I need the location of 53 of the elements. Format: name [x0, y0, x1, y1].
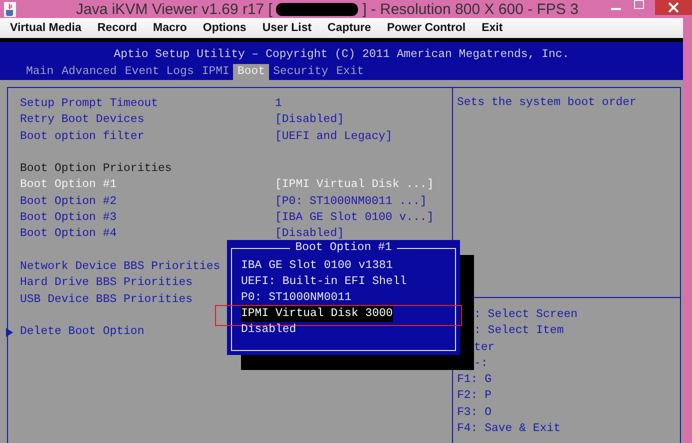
setting-label[interactable]: Delete Boot Option	[20, 324, 144, 340]
help-text: Sets the system boot order	[457, 96, 636, 109]
menu-item[interactable]: Macro	[146, 22, 194, 34]
tab[interactable]: Main	[22, 64, 58, 80]
menu-item[interactable]: Options	[196, 22, 254, 34]
java-icon	[4, 2, 16, 16]
key-hint: : Select Screen	[474, 307, 578, 323]
setting-value: [Disabled]	[275, 112, 344, 128]
boot-option[interactable]: UEFI: Built-in EFI Shell	[241, 274, 407, 290]
setting-label[interactable]: USB Device BBS Priorities	[20, 292, 193, 308]
tab[interactable]: Exit	[332, 64, 368, 80]
window-title: ] - Resolution 800 X 600 - FPS 3	[362, 0, 578, 18]
boot-option[interactable]: IBA GE Slot 0100 v1381	[241, 258, 393, 274]
menu-item[interactable]: Power Control	[380, 22, 473, 34]
menu-item[interactable]: Capture	[320, 22, 378, 34]
setting-label[interactable]: Network Device BBS Priorities	[20, 258, 220, 276]
setting-value: [P0: ST1000NM0011 ...]	[275, 194, 427, 210]
setting-label[interactable]: Boot Option #3	[20, 210, 117, 226]
bios-title: Aptio Setup Utility – Copyright (C) 2011 American Megatrends, Inc.	[114, 48, 570, 61]
setting-label[interactable]: Boot option filter	[20, 128, 144, 145]
key-hint: F4: Save & Exit	[457, 421, 561, 438]
boot-option[interactable]: IPMI Virtual Disk 3000	[241, 306, 393, 322]
setting-value: [Disabled]	[275, 226, 344, 242]
setting-label[interactable]: Setup Prompt Timeout	[20, 96, 158, 112]
maximize-icon[interactable]	[632, 0, 646, 10]
section-heading: Boot Option Priorities	[20, 161, 172, 178]
setting-label[interactable]: Retry Boot Devices	[20, 112, 144, 129]
menu-item[interactable]: Record	[90, 22, 144, 34]
window-title: Java iKVM Viewer v1.69 r17 [	[76, 0, 272, 18]
tab[interactable]: Security	[269, 64, 332, 80]
key-hint: ter	[474, 340, 495, 356]
setting-label[interactable]: Boot Option #2	[20, 194, 117, 210]
menu-item[interactable]: Exit	[474, 22, 510, 34]
close-icon[interactable]	[655, 0, 692, 15]
boot-option[interactable]: P0: ST1000NM0011	[241, 290, 352, 306]
key-hint: F1: G	[457, 372, 492, 388]
setting-label[interactable]: Hard Drive BBS Priorities	[20, 275, 193, 292]
tab[interactable]: Event Logs	[120, 64, 198, 80]
key-hint: -:	[474, 356, 488, 372]
key-hint: F2: P	[457, 388, 492, 404]
setting-value: [IPMI Virtual Disk ...]	[275, 177, 434, 194]
menu-item[interactable]: User List	[255, 22, 319, 34]
key-hint: F3: O	[457, 404, 492, 421]
key-hint: : Select Item	[474, 323, 564, 340]
setting-value: [IBA GE Slot 0100 v...]	[275, 210, 434, 226]
popup-title: Boot Option #1	[290, 241, 397, 254]
setting-value: [UEFI and Legacy]	[275, 128, 392, 145]
setting-value: 1	[275, 96, 282, 112]
tab[interactable]: IPMI	[198, 64, 234, 80]
tab[interactable]: Advanced	[58, 64, 121, 80]
menu-item[interactable]: Virtual Media	[3, 22, 88, 34]
boot-option[interactable]: Disabled	[241, 322, 296, 338]
setting-label[interactable]: Boot Option #4	[20, 226, 117, 243]
